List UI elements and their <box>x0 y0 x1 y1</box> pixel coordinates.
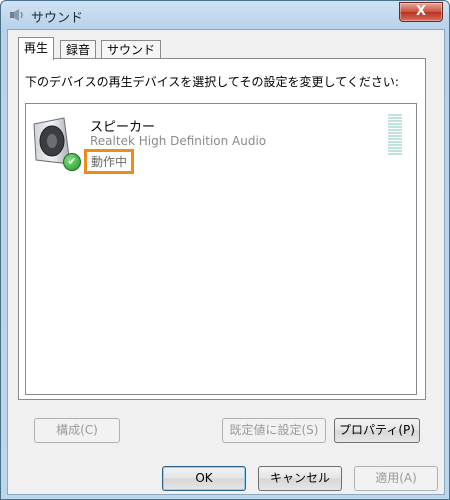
list-item[interactable]: ✔ スピーカー Realtek High Definition Audio 動作… <box>26 104 416 174</box>
cancel-button[interactable]: キャンセル <box>258 466 342 491</box>
set-default-button[interactable]: 既定値に設定(S) <box>222 418 326 443</box>
tab-playback[interactable]: 再生 <box>18 37 55 60</box>
device-list[interactable]: ✔ スピーカー Realtek High Definition Audio 動作… <box>25 103 417 395</box>
device-status: 動作中 <box>84 149 135 174</box>
sound-dialog: サウンド X 再生 録音 サウンド 下のデバイスの再生デバイスを選択してその設定… <box>0 0 450 500</box>
close-button[interactable]: X <box>399 2 443 22</box>
playback-tab-panel: 下のデバイスの再生デバイスを選択してその設定を変更してください: ✔ スピーカー… <box>18 58 426 400</box>
check-icon: ✔ <box>63 153 81 171</box>
configure-button[interactable]: 構成(C) <box>34 418 120 443</box>
device-name: スピーカー <box>90 120 156 135</box>
speaker-small-icon <box>10 9 23 21</box>
window-title: サウンド <box>31 11 84 26</box>
apply-button[interactable]: 適用(A) <box>354 466 438 491</box>
tab-sounds[interactable]: サウンド <box>101 40 162 59</box>
title-bar[interactable]: サウンド X <box>1 1 449 29</box>
ok-button[interactable]: OK <box>162 466 246 491</box>
dialog-client-area: 再生 録音 サウンド 下のデバイスの再生デバイスを選択してその設定を変更してくだ… <box>7 29 445 495</box>
volume-level-meter <box>388 114 402 156</box>
tab-recording[interactable]: 録音 <box>60 40 97 59</box>
properties-button[interactable]: プロパティ(P) <box>334 418 420 443</box>
device-driver: Realtek High Definition Audio <box>90 134 267 148</box>
instruction-text: 下のデバイスの再生デバイスを選択してその設定を変更してください: <box>25 75 399 89</box>
